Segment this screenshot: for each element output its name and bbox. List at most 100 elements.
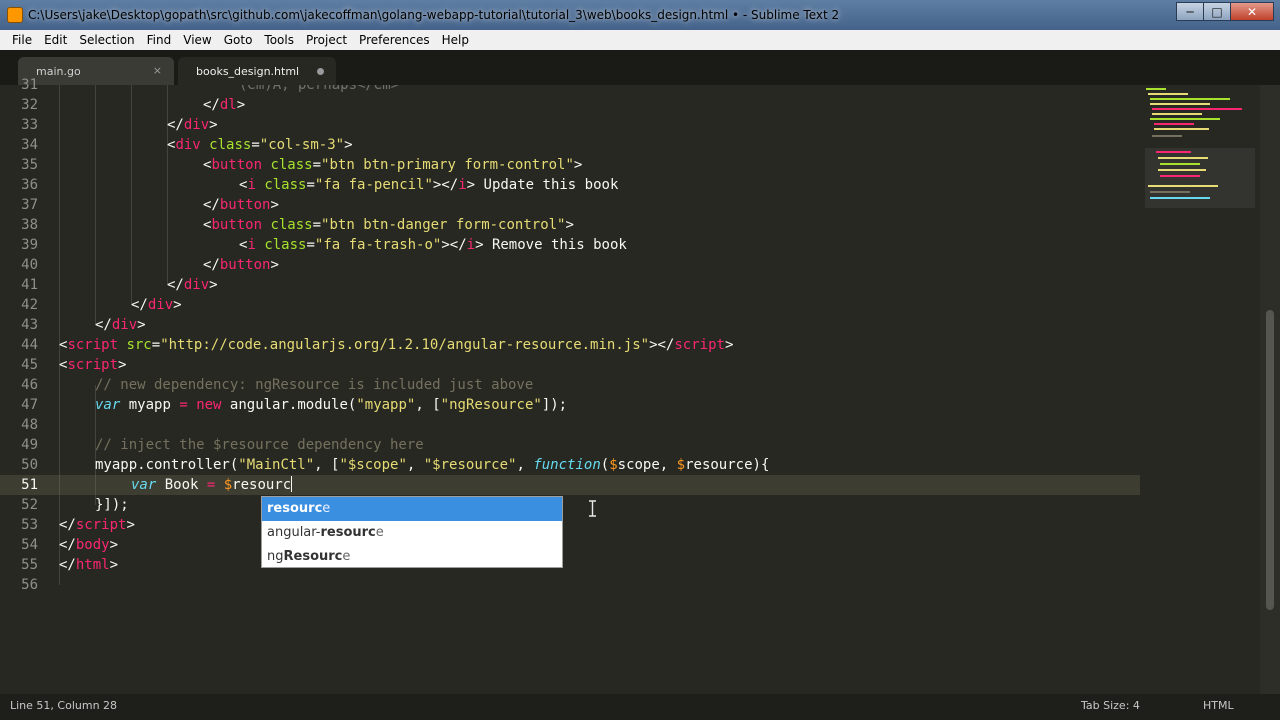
code-text: , [406, 457, 424, 473]
code-line-49: // inject the $resource dependency here [95, 435, 424, 455]
attr-name: class [209, 137, 252, 153]
minimap-line [1154, 123, 1194, 125]
string-literal: "ngResource" [440, 397, 542, 413]
window-title-bar[interactable]: C:\Users\jake\Desktop\gopath\src\github.… [0, 0, 1280, 30]
tag-name: div [147, 297, 174, 313]
menu-file[interactable]: File [6, 33, 38, 47]
tab-books-design-html[interactable]: books_design.html [178, 57, 336, 85]
menu-selection[interactable]: Selection [73, 33, 140, 47]
line-number: 33 [21, 117, 38, 133]
code-line-55: </html> [59, 557, 119, 573]
attr-name: class [264, 237, 307, 253]
autocomplete-item[interactable]: angular-resource [262, 521, 562, 545]
line-number: 44 [21, 337, 38, 353]
dollar-sign: $ [676, 457, 686, 473]
minimap[interactable] [1140, 85, 1260, 694]
menu-project[interactable]: Project [300, 33, 353, 47]
string-literal: "MainCtl" [238, 457, 315, 473]
close-tab-icon[interactable]: × [153, 64, 162, 77]
tab-size-indicator[interactable]: Tab Size: 4 [1081, 699, 1140, 712]
autocomplete-item-selected[interactable]: resource [262, 497, 562, 521]
menu-goto[interactable]: Goto [218, 33, 259, 47]
tab-label: main.go [36, 64, 81, 78]
code-text: resource){ [685, 457, 770, 473]
completion-match: resourc [267, 501, 323, 516]
completion-prefix: ng [267, 549, 284, 564]
code-line-36: <i class="fa fa-pencil"></i> Update this… [239, 177, 619, 193]
minimap-line [1160, 175, 1200, 177]
code-text: , [ [415, 397, 441, 413]
line-number: 34 [21, 137, 38, 153]
menu-find[interactable]: Find [141, 33, 178, 47]
line-number-gutter[interactable]: 31 32 33 34 35 36 37 38 39 40 41 42 43 4… [0, 77, 50, 694]
minimap-line [1154, 128, 1209, 130]
line-number: 39 [21, 237, 38, 253]
line-number: 35 [21, 157, 38, 173]
menu-tools[interactable]: Tools [258, 33, 300, 47]
keyword: var [131, 477, 157, 493]
line-number: 31 [21, 77, 38, 93]
autocomplete-item[interactable]: ngResource [262, 545, 562, 569]
dollar-sign: $ [215, 477, 233, 493]
tag-name: i [458, 177, 467, 193]
syntax-indicator[interactable]: HTML [1203, 699, 1234, 712]
code-editor[interactable]: (em)A, perhaps</em> </dl> </div> <div cl… [59, 85, 1139, 694]
line-number: 46 [21, 377, 38, 393]
vertical-scrollbar[interactable] [1260, 85, 1280, 694]
line-number: 38 [21, 217, 38, 233]
tag-name: script [67, 337, 119, 353]
menu-help[interactable]: Help [436, 33, 475, 47]
minimap-line [1148, 93, 1188, 95]
line-number: 40 [21, 257, 38, 273]
completion-match: Resourc [283, 549, 343, 564]
line-number: 48 [21, 417, 38, 433]
identifier: myapp [120, 397, 180, 413]
minimap-line [1150, 197, 1210, 199]
attr-value: "col-sm-3" [259, 137, 345, 153]
attr-value: "btn btn-danger form-control" [321, 217, 566, 233]
minimap-line [1160, 163, 1200, 165]
minimize-button[interactable]: ─ [1176, 2, 1204, 21]
tab-main-go[interactable]: main.go × [18, 57, 174, 85]
tag-name: div [175, 137, 201, 153]
code-text: , [ [314, 457, 340, 473]
tag-name: div [111, 317, 138, 333]
code-line-45: <script> [59, 357, 127, 373]
tab-label: books_design.html [196, 64, 300, 78]
code-text: Remove this book [483, 237, 627, 253]
minimap-line [1152, 108, 1242, 110]
dollar-sign: $ [609, 457, 618, 473]
code-text: angular.module( [221, 397, 357, 413]
menu-edit[interactable]: Edit [38, 33, 73, 47]
minimap-line [1146, 88, 1166, 90]
unsaved-dot-icon[interactable] [317, 68, 324, 75]
line-number: 49 [21, 437, 38, 453]
tag-name: script [67, 357, 119, 373]
attr-value: "btn btn-primary form-control" [321, 157, 574, 173]
attr-name: src [126, 337, 152, 353]
tag-name: i [247, 237, 256, 253]
code-text: }]); [95, 497, 129, 513]
autocomplete-popup[interactable]: resource angular-resource ngResource [261, 496, 563, 568]
menu-preferences[interactable]: Preferences [353, 33, 436, 47]
menu-view[interactable]: View [177, 33, 217, 47]
tag-name: button [219, 257, 271, 273]
tag-name: button [211, 217, 263, 233]
attr-value: "fa fa-pencil" [314, 177, 433, 193]
mouse-ibeam-cursor-icon [589, 500, 596, 517]
code-text: ( [600, 457, 610, 473]
maximize-button[interactable]: □ [1203, 2, 1231, 21]
tag-name: div [183, 277, 210, 293]
window-title: C:\Users\jake\Desktop\gopath\src\github.… [28, 8, 840, 22]
completion-rest: e [375, 525, 384, 540]
code-line-46: // new dependency: ngResource is include… [95, 375, 533, 395]
tag-name: i [247, 177, 256, 193]
code-line-35: <button class="btn btn-primary form-cont… [203, 157, 583, 173]
tag-name: script [75, 517, 127, 533]
code-line-42: </div> [131, 297, 182, 313]
operator: = [179, 397, 188, 413]
scrollbar-thumb[interactable] [1266, 310, 1274, 610]
code-line-34: <div class="col-sm-3"> [167, 137, 353, 153]
close-window-button[interactable]: ✕ [1230, 2, 1274, 21]
line-number-current: 51 [21, 477, 38, 493]
